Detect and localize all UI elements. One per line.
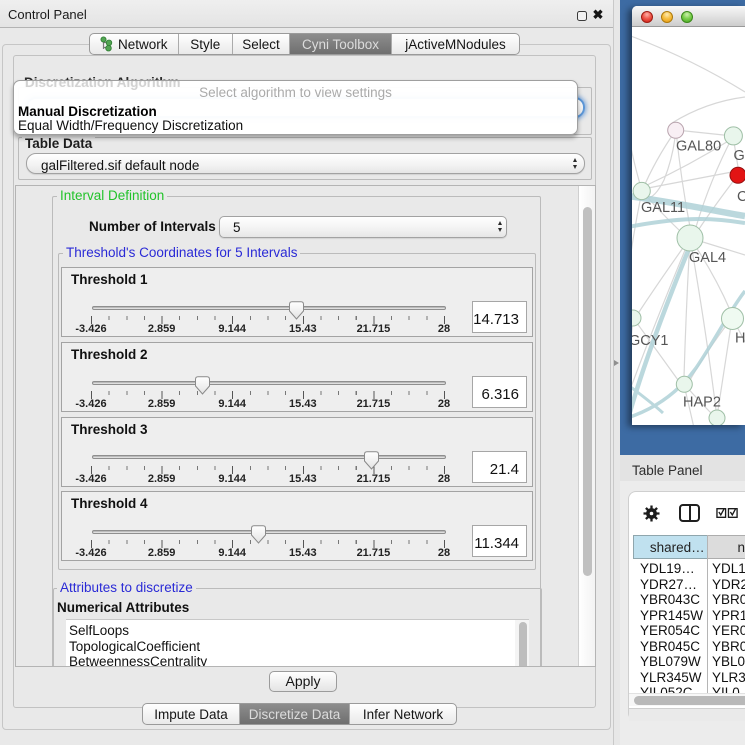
svg-text:GAL11: GAL11 [641, 200, 685, 216]
svg-text:C: C [737, 189, 745, 205]
svg-text:G.: G. [734, 148, 745, 164]
svg-text:GAL4: GAL4 [689, 250, 726, 266]
svg-text:HAP2: HAP2 [683, 395, 721, 411]
svg-text:GCY1: GCY1 [632, 333, 669, 349]
svg-text:GAL80: GAL80 [676, 139, 721, 155]
svg-text:H: H [735, 331, 745, 347]
